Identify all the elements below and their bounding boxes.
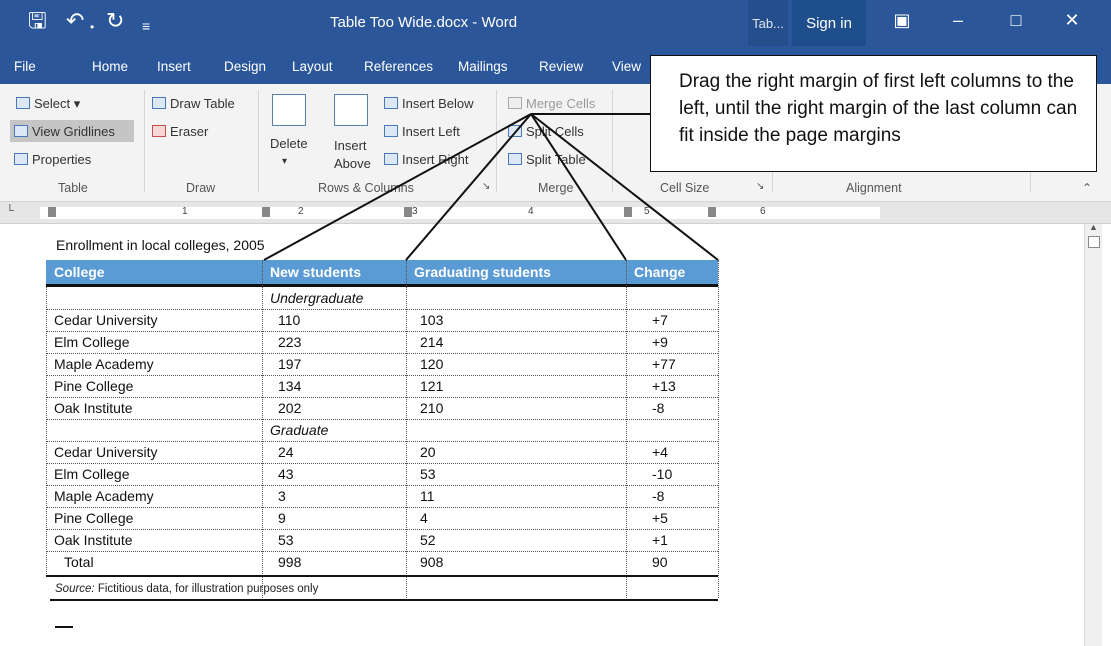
pointer-line (405, 113, 532, 261)
instruction-callout: Drag the right margin of first left colu… (650, 55, 1097, 172)
pointer-line (263, 113, 532, 261)
pointer-line (530, 113, 627, 261)
